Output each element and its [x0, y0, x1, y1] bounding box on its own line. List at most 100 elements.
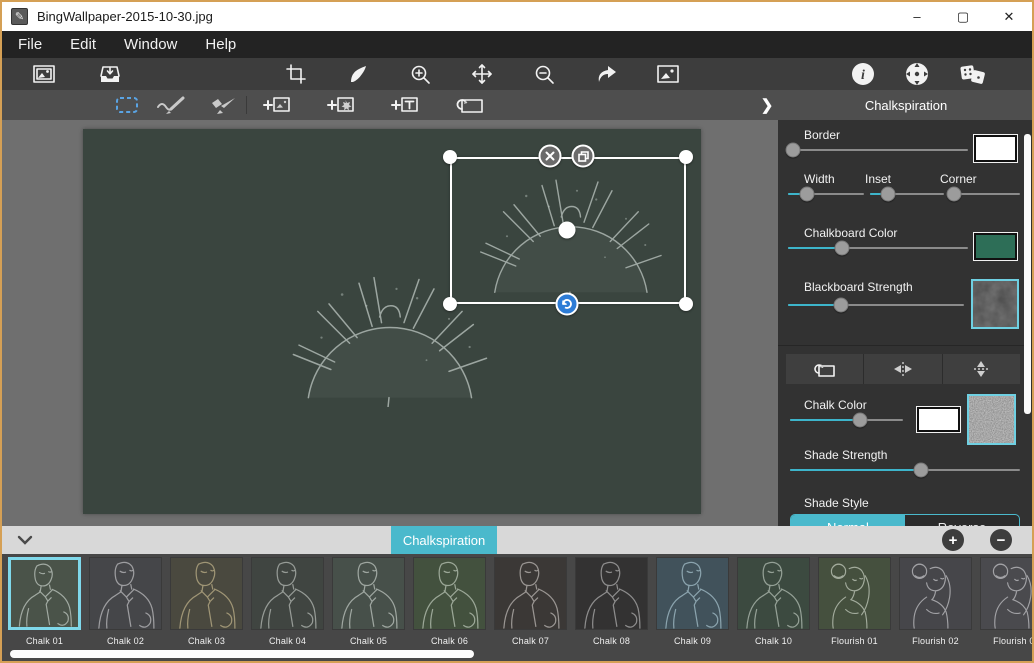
- panel-collapse-chevron[interactable]: ❯: [754, 90, 780, 120]
- add-text-button[interactable]: [389, 93, 419, 117]
- panel-scrollbar[interactable]: [1024, 134, 1031, 414]
- open-image-button[interactable]: [29, 61, 59, 87]
- info-button[interactable]: i: [848, 61, 878, 87]
- corner-label: Corner: [940, 172, 977, 186]
- chalkspiration-settings-panel: Border Width Inset Corner Chalkboard Col…: [778, 120, 1032, 526]
- inset-slider[interactable]: [870, 186, 944, 202]
- category-tab-chalkspiration[interactable]: Chalkspiration: [391, 526, 497, 554]
- effect-thumbnail: [575, 557, 648, 630]
- menu-help[interactable]: Help: [193, 36, 248, 53]
- corner-slider[interactable]: [950, 186, 1020, 202]
- effect-thumbnail: [170, 557, 243, 630]
- menu-edit[interactable]: Edit: [58, 36, 108, 53]
- effect-item[interactable]: Chalk 05: [332, 557, 405, 646]
- flip-vertical-button[interactable]: [943, 354, 1020, 384]
- app-window: ✎ BingWallpaper-2015-10-30.jpg – ▢ ✕ Fil…: [0, 0, 1034, 663]
- menu-window[interactable]: Window: [112, 36, 189, 53]
- chalkboard-color-slider[interactable]: [788, 240, 968, 256]
- selection-handle-top-right[interactable]: [679, 150, 693, 164]
- chalk-color-slider[interactable]: [790, 412, 903, 428]
- svg-text:i: i: [861, 68, 865, 83]
- effect-item[interactable]: Chalk 10: [737, 557, 810, 646]
- main-toolbar: i: [2, 58, 1032, 90]
- thumbnail-zoom-out-button[interactable]: −: [990, 529, 1012, 551]
- selection-handle-top-left[interactable]: [443, 150, 457, 164]
- selection-delete-button[interactable]: [539, 145, 562, 168]
- rotate-left-button[interactable]: [786, 354, 864, 384]
- window-title: BingWallpaper-2015-10-30.jpg: [37, 9, 213, 24]
- transform-buttons: [786, 354, 1020, 384]
- rotate-object-button[interactable]: [455, 93, 485, 117]
- effect-thumbnail: [818, 557, 891, 630]
- titlebar[interactable]: ✎ BingWallpaper-2015-10-30.jpg – ▢ ✕: [2, 2, 1032, 31]
- selection-handle-bottom-right[interactable]: [679, 297, 693, 311]
- effect-thumbnail: [8, 557, 81, 630]
- zoom-in-tool-button[interactable]: [405, 61, 435, 87]
- bottom-bar: Chalkspiration + −: [2, 526, 1032, 554]
- add-shape-button[interactable]: [325, 93, 355, 117]
- effect-item[interactable]: Chalk 07: [494, 557, 567, 646]
- effect-item[interactable]: Flourish 02: [899, 557, 972, 646]
- effect-item[interactable]: Flourish 01: [818, 557, 891, 646]
- workspace: [2, 120, 780, 526]
- width-slider[interactable]: [788, 186, 864, 202]
- selection-handle-center[interactable]: [559, 222, 576, 239]
- shade-style-label: Shade Style: [804, 496, 869, 510]
- chalk-texture-thumbnail[interactable]: [967, 394, 1016, 445]
- settings-button[interactable]: [902, 61, 932, 87]
- collapse-filmstrip-button[interactable]: [14, 530, 36, 550]
- effect-thumbnail: [980, 557, 1032, 630]
- shade-strength-slider[interactable]: [790, 462, 1020, 478]
- border-slider[interactable]: [788, 142, 968, 158]
- redo-button[interactable]: [591, 61, 621, 87]
- chalkboard-color-label: Chalkboard Color: [804, 226, 897, 240]
- effect-item[interactable]: Chalk 08: [575, 557, 648, 646]
- effect-item[interactable]: Chalk 01: [8, 557, 81, 646]
- zoom-out-tool-button[interactable]: [529, 61, 559, 87]
- shade-style-normal-option[interactable]: Normal: [791, 515, 905, 526]
- move-tool-button[interactable]: [467, 61, 497, 87]
- border-label: Border: [804, 128, 840, 142]
- effect-thumbnail: [899, 557, 972, 630]
- chalkboard-color-swatch[interactable]: [974, 233, 1017, 260]
- chalk-brush-tool[interactable]: [156, 93, 186, 117]
- effect-thumbnail: [251, 557, 324, 630]
- thumbnail-zoom-in-button[interactable]: +: [942, 529, 964, 551]
- brush-tool[interactable]: [208, 93, 238, 117]
- marquee-select-tool[interactable]: [112, 93, 142, 117]
- menubar: File Edit Window Help: [2, 31, 1032, 58]
- shade-strength-label: Shade Strength: [804, 448, 887, 462]
- effect-item[interactable]: Chalk 04: [251, 557, 324, 646]
- effect-item[interactable]: Chalk 09: [656, 557, 729, 646]
- shade-style-reverse-option[interactable]: Reverse: [905, 515, 1019, 526]
- border-color-swatch[interactable]: [974, 135, 1017, 162]
- effect-item[interactable]: Chalk 02: [89, 557, 162, 646]
- effect-item[interactable]: Flourish 03: [980, 557, 1032, 646]
- save-button[interactable]: [95, 61, 125, 87]
- add-image-button[interactable]: [261, 93, 291, 117]
- flip-horizontal-button[interactable]: [864, 354, 942, 384]
- random-dice-button[interactable]: [958, 61, 988, 87]
- effect-thumbnail: [656, 557, 729, 630]
- minimize-button[interactable]: –: [894, 2, 940, 31]
- blackboard-strength-label: Blackboard Strength: [804, 280, 913, 294]
- effect-item[interactable]: Chalk 06: [413, 557, 486, 646]
- inset-label: Inset: [865, 172, 891, 186]
- selection-duplicate-button[interactable]: [572, 145, 595, 168]
- close-button[interactable]: ✕: [986, 2, 1032, 31]
- blackboard-strength-slider[interactable]: [788, 297, 964, 313]
- blackboard-texture-thumbnail[interactable]: [971, 279, 1019, 329]
- effect-item[interactable]: Chalk 03: [170, 557, 243, 646]
- maximize-button[interactable]: ▢: [940, 2, 986, 31]
- draw-curve-tool-button[interactable]: [343, 61, 373, 87]
- filmstrip-scrollbar[interactable]: [10, 650, 474, 658]
- effects-button[interactable]: [653, 61, 683, 87]
- effect-filmstrip: Chalk 01 Chalk 02 Chalk 03 Chalk 04 Chal…: [2, 554, 1032, 661]
- chalk-color-label: Chalk Color: [804, 398, 867, 412]
- menu-file[interactable]: File: [6, 36, 54, 53]
- chalk-color-swatch[interactable]: [917, 407, 960, 432]
- effect-thumbnail: [494, 557, 567, 630]
- crop-tool-button[interactable]: [281, 61, 311, 87]
- selection-rotate-handle[interactable]: [556, 293, 579, 316]
- selection-handle-bottom-left[interactable]: [443, 297, 457, 311]
